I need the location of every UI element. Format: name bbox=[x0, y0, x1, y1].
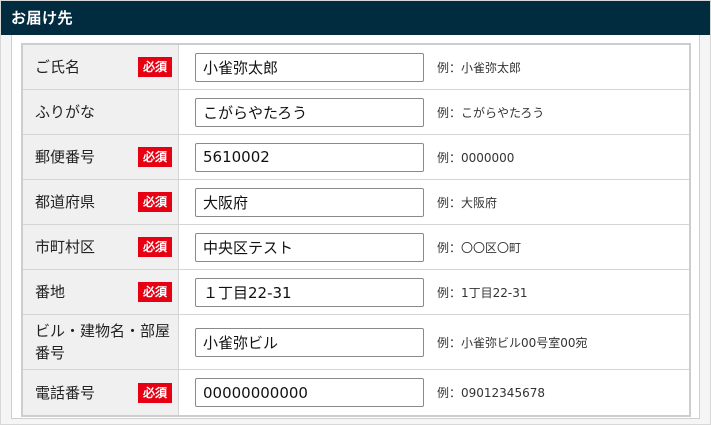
field-label-name: ご氏名 bbox=[35, 58, 81, 76]
required-badge: 必須 bbox=[138, 57, 172, 77]
example-hint: 例：1丁目22-31 bbox=[437, 285, 528, 300]
phone-input[interactable] bbox=[195, 378, 424, 407]
field-label-prefecture: 都道府県 bbox=[35, 193, 96, 211]
label-cell: ご氏名 必須 bbox=[23, 45, 179, 89]
section-title: お届け先 bbox=[1, 1, 710, 35]
example-hint: 例：こがらやたろう bbox=[437, 105, 545, 120]
row-street-address: 番地 必須 例：1丁目22-31 bbox=[23, 270, 689, 315]
name-input[interactable] bbox=[195, 52, 424, 82]
required-badge: 必須 bbox=[138, 282, 172, 302]
required-badge: 必須 bbox=[138, 192, 172, 212]
example-hint: 例：09012345678 bbox=[437, 386, 545, 400]
example-hint: 例：小雀弥ビル00号室00宛 bbox=[437, 335, 588, 350]
required-badge: 必須 bbox=[138, 237, 172, 257]
value-cell: 例：09012345678 bbox=[179, 370, 689, 415]
row-building: ビル・建物名・部屋番号 例：小雀弥ビル00号室00宛 bbox=[23, 315, 689, 370]
field-label-street-address: 番地 bbox=[35, 283, 66, 301]
value-cell: 例：小雀弥ビル00号室00宛 bbox=[179, 315, 689, 369]
value-cell: 例：1丁目22-31 bbox=[179, 270, 689, 314]
delivery-address-panel: お届け先 ご氏名 必須 例：小雀弥太郎 ふりがな 例：こがらやたろう 郵 bbox=[0, 0, 711, 425]
value-cell: 例：0000000 bbox=[179, 135, 689, 179]
label-cell: 市町村区 必須 bbox=[23, 225, 179, 269]
field-label-postal-code: 郵便番号 bbox=[35, 148, 96, 166]
building-input[interactable] bbox=[195, 327, 424, 357]
field-label-city: 市町村区 bbox=[35, 238, 96, 256]
postal-code-input[interactable] bbox=[195, 142, 424, 172]
example-hint: 例：〇〇区〇町 bbox=[437, 240, 522, 255]
row-prefecture: 都道府県 必須 例：大阪府 bbox=[23, 180, 689, 225]
row-phone: 電話番号 必須 例：09012345678 bbox=[23, 370, 689, 415]
row-postal-code: 郵便番号 必須 例：0000000 bbox=[23, 135, 689, 180]
label-cell: 郵便番号 必須 bbox=[23, 135, 179, 179]
label-cell: 番地 必須 bbox=[23, 270, 179, 314]
city-input[interactable] bbox=[195, 232, 424, 262]
field-label-building: ビル・建物名・部屋番号 bbox=[35, 322, 171, 362]
value-cell: 例：大阪府 bbox=[179, 180, 689, 224]
required-badge: 必須 bbox=[138, 382, 172, 403]
example-hint: 例：小雀弥太郎 bbox=[437, 60, 522, 75]
row-furigana: ふりがな 例：こがらやたろう bbox=[23, 90, 689, 135]
label-cell: ビル・建物名・部屋番号 bbox=[23, 315, 179, 369]
field-label-furigana: ふりがな bbox=[35, 103, 96, 121]
label-cell: 電話番号 必須 bbox=[23, 370, 179, 415]
prefecture-input[interactable] bbox=[195, 187, 424, 217]
address-form-table: ご氏名 必須 例：小雀弥太郎 ふりがな 例：こがらやたろう 郵便番号 必須 bbox=[21, 43, 691, 417]
furigana-input[interactable] bbox=[195, 97, 424, 127]
example-hint: 例：0000000 bbox=[437, 150, 515, 165]
label-cell: 都道府県 必須 bbox=[23, 180, 179, 224]
row-name: ご氏名 必須 例：小雀弥太郎 bbox=[23, 45, 689, 90]
value-cell: 例：こがらやたろう bbox=[179, 90, 689, 134]
field-label-phone: 電話番号 bbox=[35, 383, 96, 402]
row-city: 市町村区 必須 例：〇〇区〇町 bbox=[23, 225, 689, 270]
required-badge: 必須 bbox=[138, 147, 172, 167]
street-address-input[interactable] bbox=[195, 277, 424, 307]
example-hint: 例：大阪府 bbox=[437, 195, 498, 210]
label-cell: ふりがな bbox=[23, 90, 179, 134]
value-cell: 例：小雀弥太郎 bbox=[179, 45, 689, 89]
value-cell: 例：〇〇区〇町 bbox=[179, 225, 689, 269]
